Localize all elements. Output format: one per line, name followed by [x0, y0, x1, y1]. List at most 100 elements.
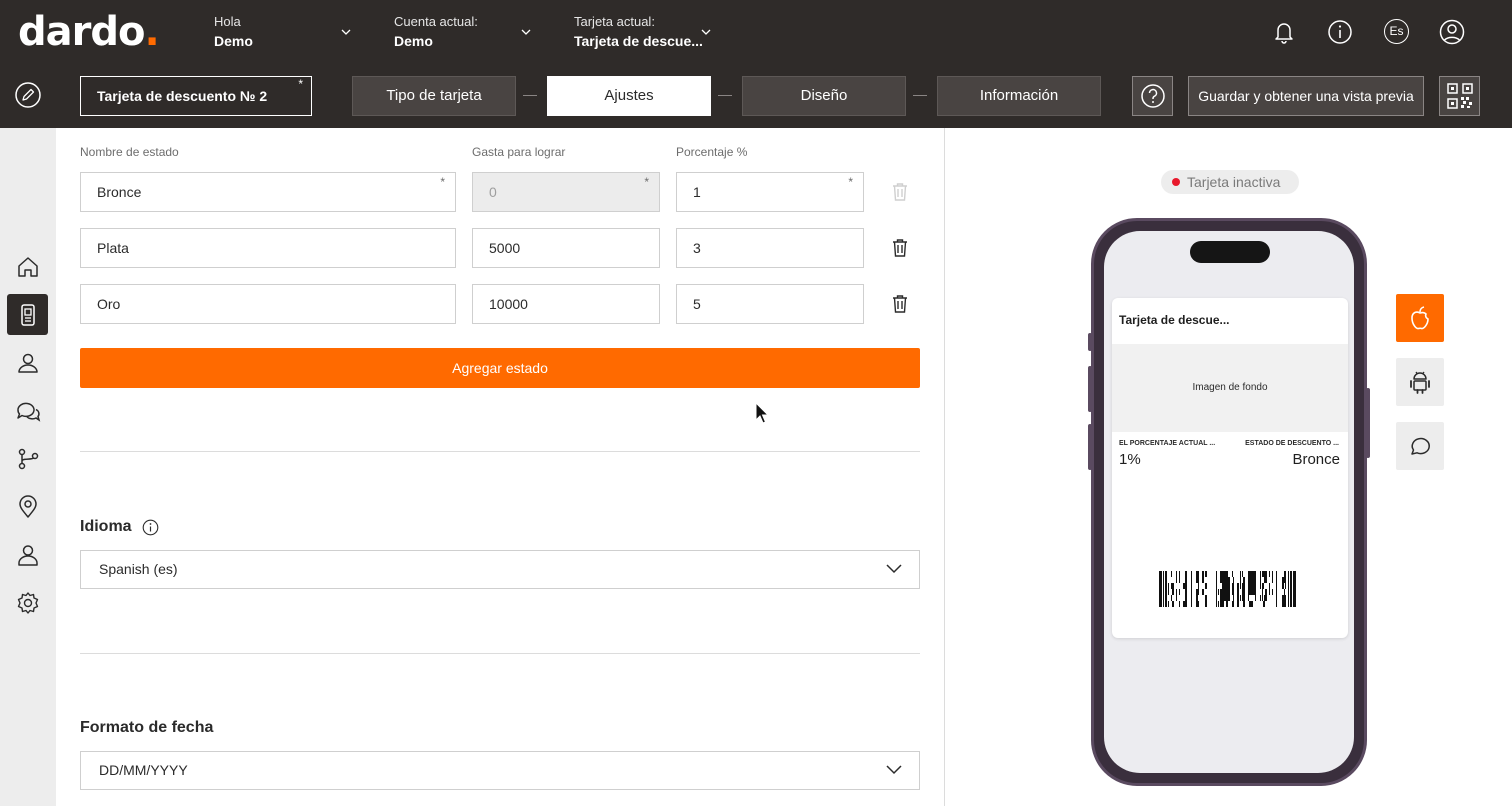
trash-icon[interactable] — [891, 294, 909, 314]
mouse-cursor-icon — [755, 402, 770, 424]
info-icon[interactable] — [1326, 18, 1354, 46]
pass-field-value: 1% — [1119, 451, 1141, 468]
status-percent-value: 3 — [693, 240, 701, 256]
sidebar-item-cards[interactable] — [7, 294, 48, 335]
divider — [80, 653, 920, 654]
column-spend: Gasta para lograr — [472, 145, 566, 159]
trash-icon[interactable] — [891, 238, 909, 258]
account-value: Demo — [394, 33, 433, 49]
wallet-pass: Tarjeta de descue... Imagen de fondo EL … — [1112, 298, 1348, 638]
language-title-text: Idioma — [80, 518, 132, 535]
date-format-select[interactable]: DD/MM/YYYY — [80, 751, 920, 790]
required-mark: * — [848, 175, 853, 189]
pass-field-label: ESTADO DE DESCUENTO ... — [1245, 440, 1339, 447]
tab-information[interactable]: Información — [937, 76, 1101, 116]
account-dropdown[interactable]: Cuenta actual: Demo — [394, 14, 534, 54]
status-spend-input: 0 * — [472, 172, 660, 212]
qr-code-icon — [1447, 83, 1473, 109]
step-separator — [718, 95, 732, 96]
question-icon — [1141, 84, 1165, 108]
status-name-value: Oro — [97, 296, 121, 312]
bell-icon[interactable] — [1270, 18, 1298, 46]
location-icon — [18, 494, 37, 518]
greeting-label: Hola — [214, 14, 241, 29]
sidebar-item-flows[interactable] — [7, 438, 48, 479]
status-spend-input[interactable]: 5000 — [472, 228, 660, 268]
status-spend-value: 5000 — [489, 240, 521, 256]
date-format-title: Formato de fecha — [80, 719, 214, 736]
chevron-down-icon — [341, 29, 351, 35]
status-spend-input[interactable]: 10000 — [472, 284, 660, 324]
chevron-down-icon — [886, 564, 902, 574]
required-mark: * — [440, 175, 445, 189]
account-label: Cuenta actual: — [394, 14, 478, 29]
save-preview-button[interactable]: Guardar y obtener una vista previa — [1188, 76, 1424, 116]
column-percent: Porcentaje % — [676, 145, 748, 159]
card-value: Tarjeta de descue... — [574, 33, 703, 49]
divider — [80, 451, 920, 452]
tab-settings[interactable]: Ajustes — [547, 76, 711, 116]
sidebar-item-locations[interactable] — [7, 486, 48, 527]
language-value: Spanish (es) — [99, 561, 178, 577]
qr-button[interactable] — [1439, 76, 1480, 116]
inactive-dot — [1172, 178, 1180, 186]
pass-field-label: EL PORCENTAJE ACTUAL ... — [1119, 440, 1216, 447]
status-name-value: Plata — [97, 240, 129, 256]
status-name-input[interactable]: Plata — [80, 228, 456, 268]
pass-field-value: Bronce — [1292, 451, 1340, 468]
column-status-name: Nombre de estado — [80, 145, 179, 159]
status-percent-value: 5 — [693, 296, 701, 312]
date-format-value: DD/MM/YYYY — [99, 762, 188, 778]
status-name-input[interactable]: Bronce * — [80, 172, 456, 212]
tab-design[interactable]: Diseño — [742, 76, 906, 116]
messages-icon — [16, 402, 40, 422]
status-name-input[interactable]: Oro — [80, 284, 456, 324]
status-percent-input[interactable]: 1 * — [676, 172, 864, 212]
settings-icon — [17, 591, 38, 614]
phone-screen: Tarjeta de descue... Imagen de fondo EL … — [1104, 231, 1354, 773]
home-icon — [17, 256, 38, 277]
status-percent-value: 1 — [693, 184, 701, 200]
info-icon[interactable] — [142, 519, 159, 536]
barcode — [1159, 571, 1296, 607]
sidebar-item-users[interactable] — [7, 534, 48, 575]
step-separator — [913, 95, 927, 96]
platform-message-button[interactable] — [1396, 422, 1444, 470]
sidebar-item-messages[interactable] — [7, 390, 48, 431]
card-icon — [20, 303, 35, 326]
card-name-text: Tarjeta de descuento № 2 — [97, 88, 268, 104]
platform-android-button[interactable] — [1396, 358, 1444, 406]
sidebar-item-clients[interactable] — [7, 342, 48, 383]
tab-card-type[interactable]: Tipo de tarjeta — [352, 76, 516, 116]
card-name-input[interactable]: Tarjeta de descuento № 2 * — [80, 76, 312, 116]
account-icon[interactable] — [1438, 18, 1466, 46]
status-percent-input[interactable]: 5 — [676, 284, 864, 324]
chevron-down-icon — [701, 29, 711, 35]
card-preview-panel: Tarjeta inactiva Tarjeta de descue... Im… — [944, 128, 1512, 806]
card-dropdown[interactable]: Tarjeta actual: Tarjeta de descue... — [574, 14, 718, 54]
status-text: Tarjeta inactiva — [1187, 174, 1281, 190]
platform-apple-button[interactable] — [1396, 294, 1444, 342]
apple-icon — [1411, 306, 1429, 330]
sidebar-item-settings[interactable] — [7, 582, 48, 623]
android-icon — [1410, 371, 1430, 394]
add-status-button[interactable]: Agregar estado — [80, 348, 920, 388]
message-icon — [1411, 437, 1430, 455]
greeting-dropdown[interactable]: Hola Demo — [214, 14, 354, 54]
sidebar — [0, 128, 56, 806]
pass-title: Tarjeta de descue... — [1119, 313, 1230, 327]
flows-icon — [18, 448, 38, 469]
trash-icon — [893, 183, 907, 201]
sidebar-item-home[interactable] — [7, 246, 48, 287]
edit-icon[interactable] — [14, 81, 42, 109]
help-button[interactable] — [1132, 76, 1173, 116]
editor-toolbar: Tarjeta de descuento № 2 * Tipo de tarje… — [0, 64, 1512, 128]
language-select[interactable]: Spanish (es) — [80, 550, 920, 589]
greeting-name: Demo — [214, 33, 253, 49]
status-percent-input[interactable]: 3 — [676, 228, 864, 268]
logo[interactable]: dardo. — [18, 10, 160, 54]
status-name-value: Bronce — [97, 184, 142, 200]
top-header: dardo. Hola Demo Cuenta actual: Demo Tar… — [0, 0, 1512, 64]
dynamic-island — [1190, 241, 1270, 263]
language-badge[interactable]: Es — [1384, 19, 1409, 44]
